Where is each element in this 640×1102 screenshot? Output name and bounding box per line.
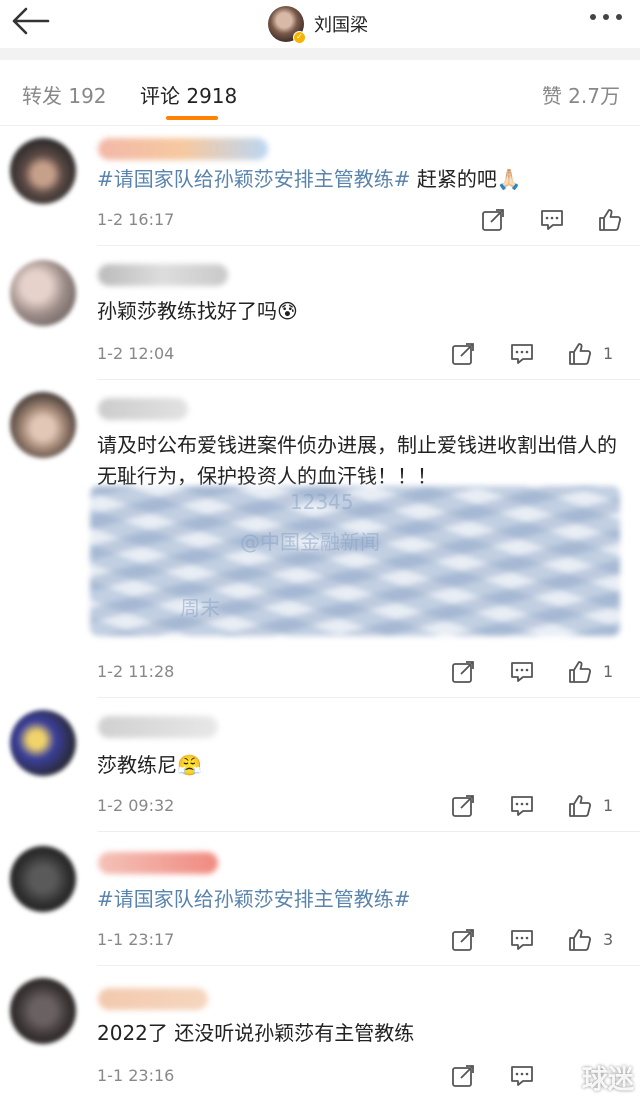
tab-comment[interactable]: 评论 2918 bbox=[140, 80, 237, 109]
avatar[interactable] bbox=[10, 392, 76, 458]
tab-bar: 转发 192 评论 2918 赞 2.7万 bbox=[0, 60, 640, 126]
comment-icon bbox=[541, 210, 563, 230]
watermark: 球迷 bbox=[581, 1065, 634, 1095]
like-count: 3 bbox=[603, 930, 614, 949]
separator bbox=[0, 48, 640, 60]
like-button[interactable] bbox=[597, 207, 627, 235]
avatar[interactable] bbox=[10, 710, 76, 776]
like-count: 1 bbox=[603, 344, 614, 363]
back-arrow-icon bbox=[12, 7, 50, 35]
back-button[interactable] bbox=[10, 6, 58, 42]
share-icon bbox=[452, 661, 474, 683]
active-tab-indicator bbox=[166, 116, 218, 120]
comment-icon bbox=[511, 796, 533, 816]
share-button[interactable] bbox=[480, 207, 510, 235]
avatar[interactable] bbox=[10, 260, 76, 326]
comment-icon bbox=[511, 930, 533, 950]
comment-date: 1-2 09:32 bbox=[97, 796, 175, 815]
comment-text: 孙颖莎教练找好了吗😰 bbox=[97, 299, 298, 323]
user-header[interactable]: ✓ 刘国梁 bbox=[268, 4, 368, 44]
like-button[interactable] bbox=[567, 793, 597, 821]
list-item: 莎教练尼😤 1-2 09:32 1 bbox=[0, 698, 640, 832]
commenter-name[interactable] bbox=[98, 398, 188, 420]
commenter-name[interactable] bbox=[98, 716, 218, 738]
reply-button[interactable] bbox=[509, 1063, 539, 1091]
tab-like[interactable]: 赞 2.7万 bbox=[542, 80, 620, 109]
comment-text: 莎教练尼😤 bbox=[97, 753, 202, 777]
comment-date: 1-2 12:04 bbox=[97, 344, 175, 363]
like-button[interactable] bbox=[567, 341, 597, 369]
share-button[interactable] bbox=[450, 927, 480, 955]
comment-date: 1-1 23:16 bbox=[97, 1066, 175, 1085]
comment-date: 1-1 23:17 bbox=[97, 930, 175, 949]
comment-icon bbox=[511, 662, 533, 682]
commenter-name[interactable] bbox=[98, 138, 268, 160]
like-button[interactable] bbox=[567, 659, 597, 687]
thumbs-up-icon bbox=[599, 209, 622, 231]
comment-text: #请国家队给孙颖莎安排主管教练# bbox=[97, 884, 620, 915]
reply-button[interactable] bbox=[539, 207, 569, 235]
hashtag-link[interactable]: #请国家队给孙颖莎安排主管教练# bbox=[97, 887, 411, 911]
comment-icon bbox=[511, 1066, 533, 1086]
reply-button[interactable] bbox=[509, 927, 539, 955]
list-item: 2022了 还没听说孙颖莎有主管教练 1-1 23:16 bbox=[0, 966, 640, 1102]
thumbs-up-icon bbox=[569, 343, 592, 365]
share-icon bbox=[452, 1065, 474, 1087]
comment-actions: 1 bbox=[450, 659, 640, 687]
list-item: 孙颖莎教练找好了吗😰 1-2 12:04 1 bbox=[0, 246, 640, 380]
avatar[interactable] bbox=[10, 978, 76, 1044]
reply-button[interactable] bbox=[509, 341, 539, 369]
share-icon bbox=[452, 343, 474, 365]
list-item: #请国家队给孙颖莎安排主管教练# 1-1 23:17 3 bbox=[0, 832, 640, 966]
mention-fragment: 12345 bbox=[290, 490, 354, 514]
like-count: 1 bbox=[603, 662, 614, 681]
comment-text: 请及时公布爱钱进案件侦办进展，制止爱钱进收割出借人的无耻行为，保护投资人的血汗钱… bbox=[97, 433, 617, 488]
mention-fragment: 周末 bbox=[180, 596, 220, 620]
tab-repost[interactable]: 转发 192 bbox=[22, 80, 107, 109]
comment-text: #请国家队给孙颖莎安排主管教练# 赶紧的吧🙏🏻 bbox=[97, 167, 522, 191]
avatar[interactable] bbox=[10, 138, 76, 204]
list-item: #请国家队给孙颖莎安排主管教练# 赶紧的吧🙏🏻 1-2 16:17 bbox=[0, 126, 640, 246]
share-icon bbox=[452, 795, 474, 817]
mention-fragment: @中国金融新闻 bbox=[240, 530, 380, 554]
reply-button[interactable] bbox=[509, 659, 539, 687]
share-button[interactable] bbox=[450, 1063, 480, 1091]
commenter-name[interactable] bbox=[98, 988, 208, 1010]
comment-actions: 1 bbox=[450, 793, 640, 821]
share-button[interactable] bbox=[450, 659, 480, 687]
share-icon bbox=[482, 209, 504, 231]
reply-button[interactable] bbox=[509, 793, 539, 821]
top-navigation-bar: ✓ 刘国梁 bbox=[0, 0, 640, 48]
comment-date: 1-2 11:28 bbox=[97, 662, 175, 681]
hashtag-link[interactable]: #请国家队给孙颖莎安排主管教练# bbox=[97, 167, 411, 191]
comment-text: 2022了 还没听说孙颖莎有主管教练 bbox=[97, 1021, 415, 1045]
comment-date: 1-2 16:17 bbox=[97, 210, 175, 229]
verified-badge-icon: ✓ bbox=[293, 31, 306, 44]
commenter-name[interactable] bbox=[98, 264, 228, 286]
avatar[interactable]: ✓ bbox=[268, 6, 306, 44]
like-count: 1 bbox=[603, 796, 614, 815]
more-button[interactable] bbox=[590, 14, 622, 20]
comment-actions: 1 bbox=[450, 341, 640, 369]
share-icon bbox=[452, 929, 474, 951]
thumbs-up-icon bbox=[569, 929, 592, 951]
comment-actions: 3 bbox=[450, 927, 640, 955]
comment-actions bbox=[480, 207, 640, 235]
more-dots-icon bbox=[590, 14, 596, 20]
commenter-name[interactable] bbox=[98, 852, 218, 874]
list-item: 请及时公布爱钱进案件侦办进展，制止爱钱进收割出借人的无耻行为，保护投资人的血汗钱… bbox=[0, 380, 640, 698]
thumbs-up-icon bbox=[569, 795, 592, 817]
redacted-mentions bbox=[90, 486, 620, 636]
username[interactable]: 刘国梁 bbox=[314, 11, 368, 37]
share-button[interactable] bbox=[450, 341, 480, 369]
comment-icon bbox=[511, 344, 533, 364]
thumbs-up-icon bbox=[569, 661, 592, 683]
share-button[interactable] bbox=[450, 793, 480, 821]
like-button[interactable] bbox=[567, 927, 597, 955]
avatar[interactable] bbox=[10, 846, 76, 912]
